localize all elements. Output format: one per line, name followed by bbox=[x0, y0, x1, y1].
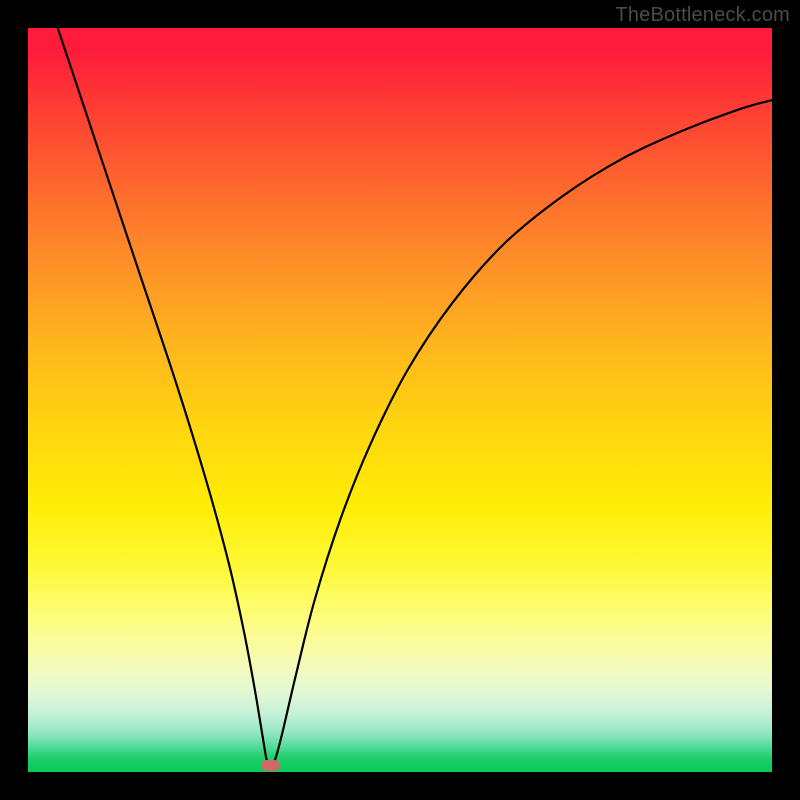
plot-area bbox=[28, 28, 772, 772]
bottleneck-curve bbox=[28, 28, 772, 772]
chart-frame: TheBottleneck.com bbox=[0, 0, 800, 800]
watermark-text: TheBottleneck.com bbox=[615, 4, 790, 27]
optimal-marker bbox=[261, 760, 280, 770]
